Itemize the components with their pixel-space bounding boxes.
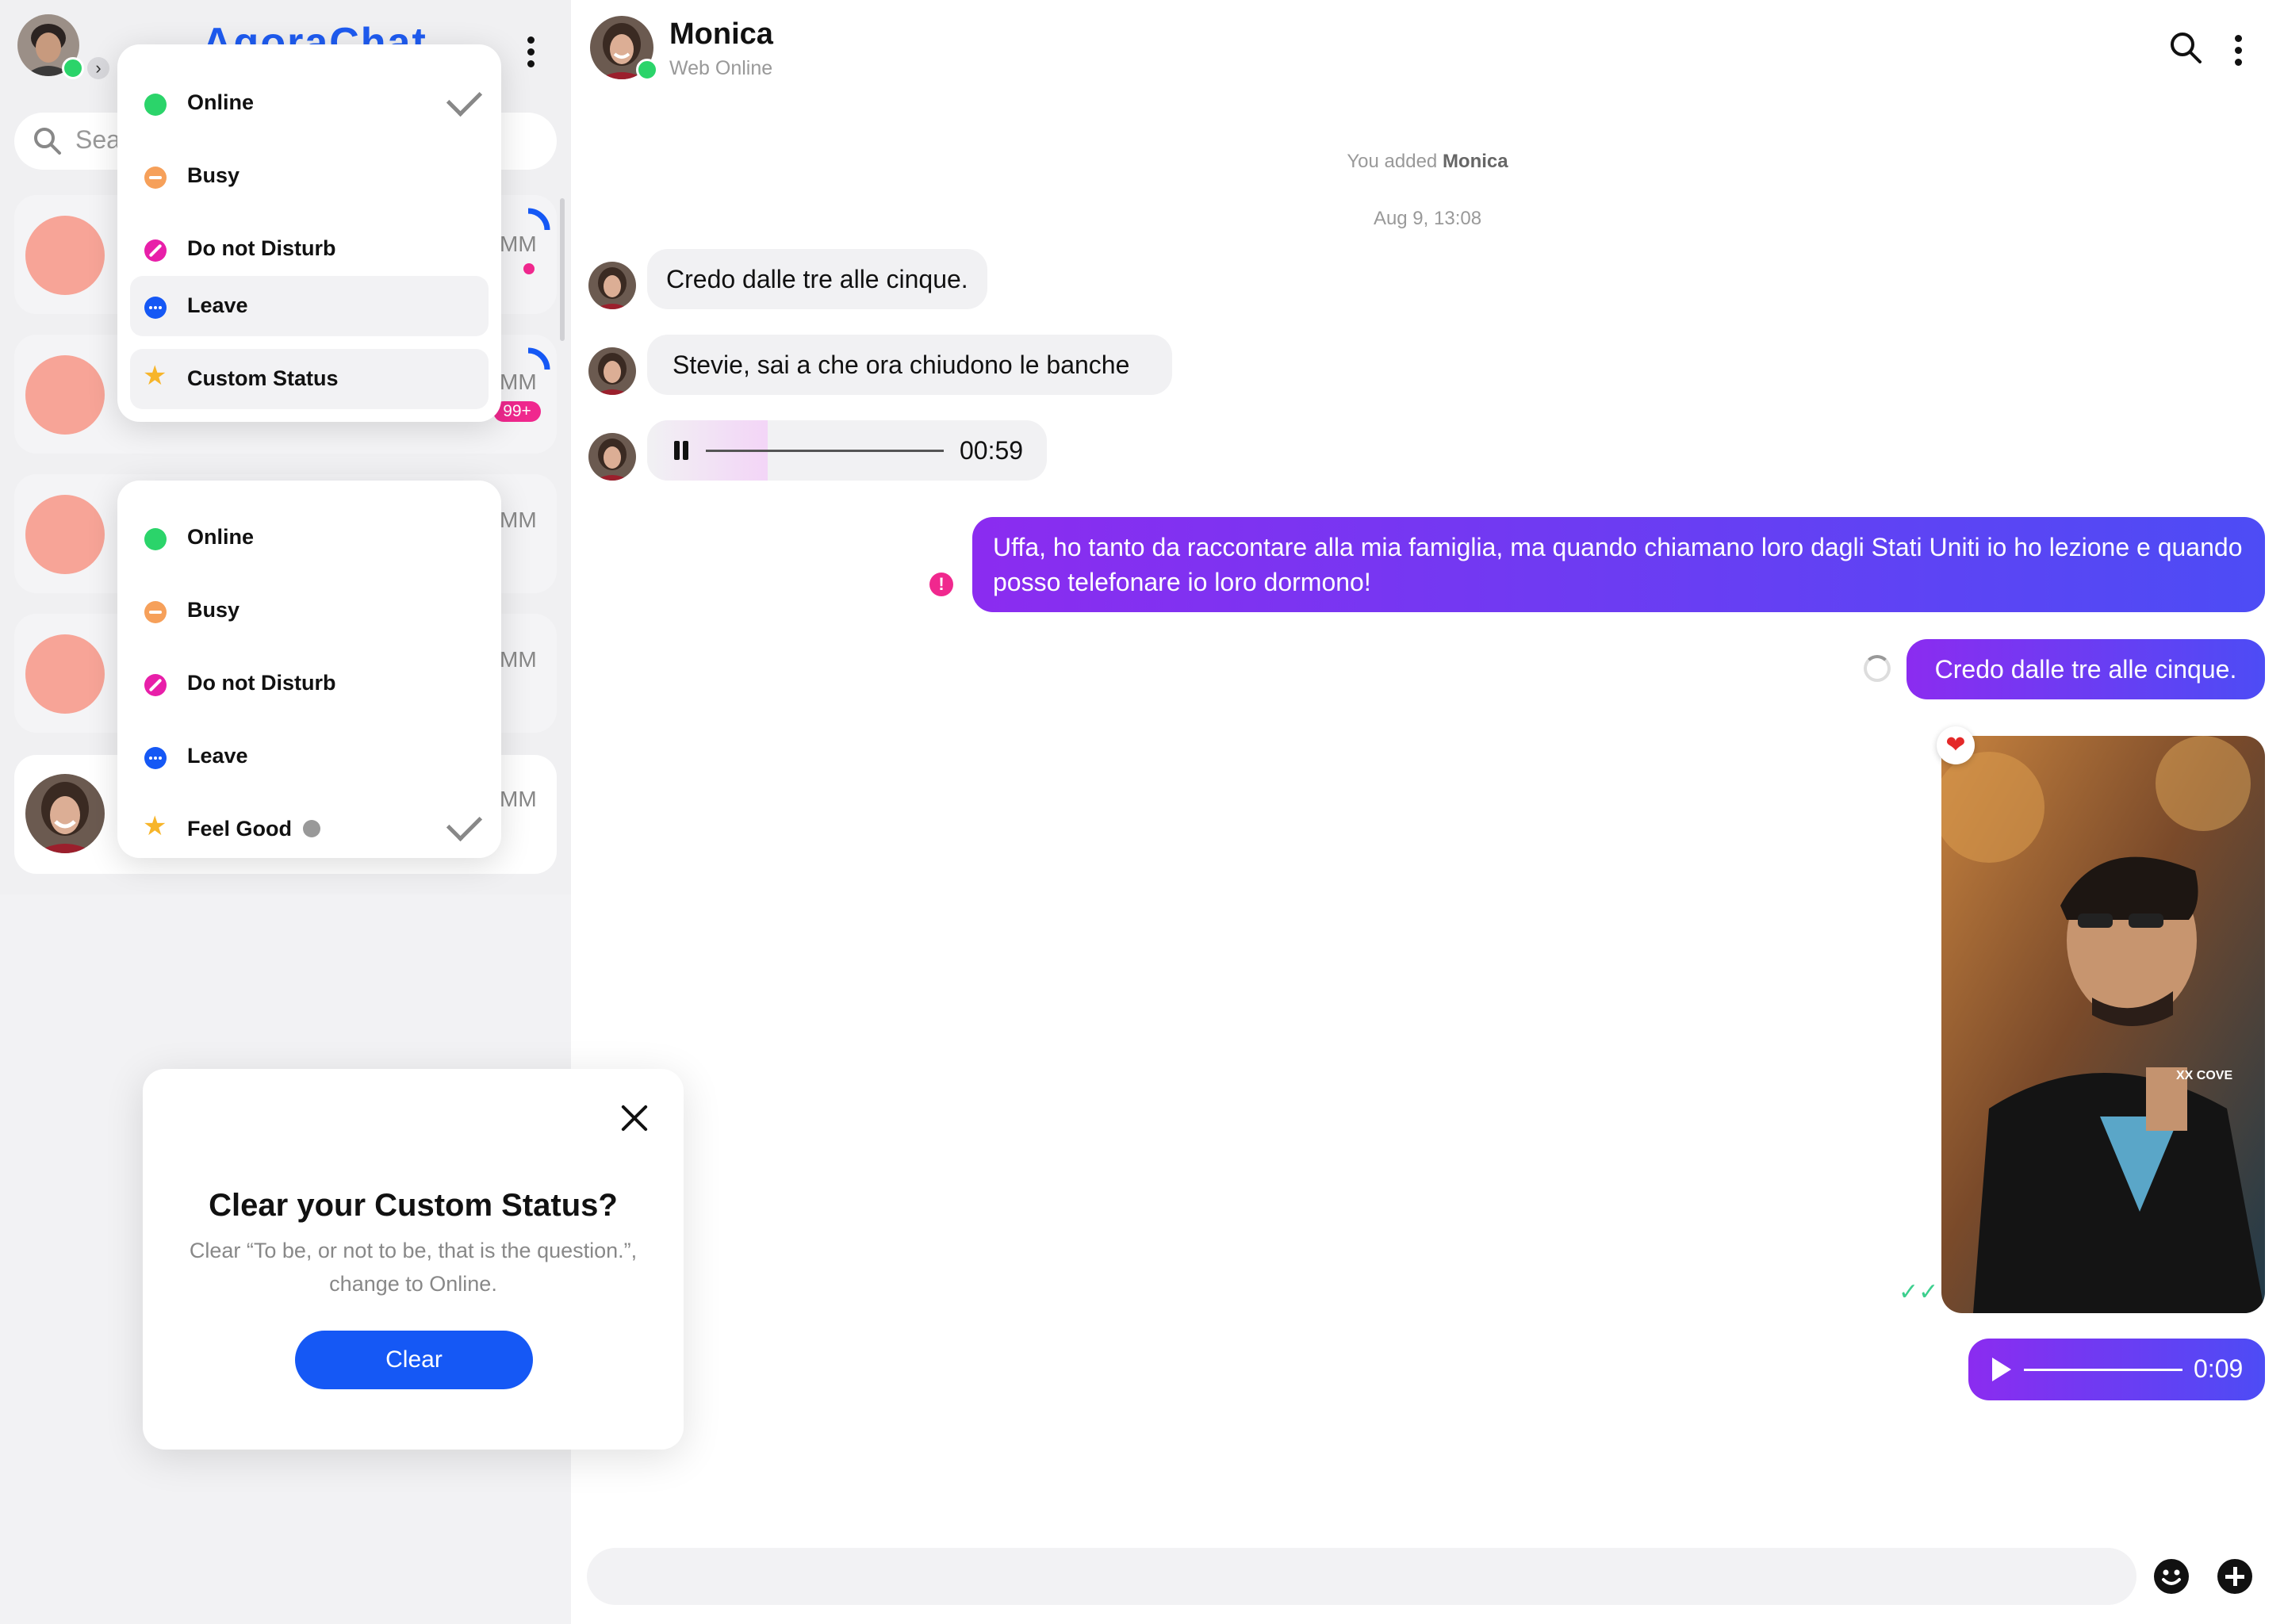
app-title: AgoraChat (202, 20, 427, 48)
sidebar-more-icon[interactable] (527, 36, 535, 72)
avatar (25, 774, 105, 853)
menu-item-label: Do not Disturb (187, 236, 336, 260)
do-not-disturb-icon (144, 674, 167, 696)
avatar (25, 495, 105, 574)
avatar (588, 433, 636, 481)
message-bubble-outgoing[interactable]: Uffa, ho tanto da raccontare alla mia fa… (972, 517, 2265, 612)
pin-icon (527, 208, 550, 231)
presence-menu-custom: Online Busy Do not Disturb Leave ★ Feel … (117, 481, 501, 858)
pause-icon-bar (683, 441, 688, 460)
system-message-text: You added (1347, 151, 1443, 172)
menu-item-custom-status[interactable]: ★ Custom Status (130, 349, 489, 409)
menu-item-busy[interactable]: Busy (117, 146, 501, 206)
checkmark-icon (446, 805, 483, 842)
conversation-time: MM (500, 232, 537, 256)
avatar (588, 262, 636, 309)
error-icon[interactable]: ! (929, 573, 953, 596)
audio-track[interactable] (2024, 1369, 2182, 1371)
system-message: You added Monica (1110, 151, 1745, 173)
sending-spinner-icon (1864, 655, 1891, 682)
clock-icon (303, 820, 320, 837)
message-bubble-outgoing[interactable]: Credo dalle tre alle cinque. (1907, 639, 2265, 699)
pause-icon[interactable] (674, 441, 680, 460)
message-input[interactable] (587, 1548, 2136, 1605)
menu-item-leave[interactable]: Leave (130, 276, 489, 336)
menu-item-label: Do not Disturb (187, 671, 336, 695)
menu-item-label: Custom Status (187, 366, 339, 390)
conversation-time: MM (500, 787, 537, 811)
system-message-name: Monica (1442, 151, 1508, 172)
contact-online-icon (636, 59, 658, 81)
green-dot-icon (144, 528, 167, 550)
do-not-disturb-icon (144, 239, 167, 262)
audio-track[interactable] (706, 450, 944, 452)
busy-icon (144, 601, 167, 623)
read-receipt-icon: ✓✓ (1899, 1279, 1939, 1305)
heart-reaction-icon[interactable]: ❤ (1937, 726, 1975, 764)
pin-icon (527, 347, 550, 370)
avatar (25, 355, 105, 435)
menu-item-do-not-disturb[interactable]: Do not Disturb (117, 653, 501, 714)
search-icon[interactable] (2168, 30, 2203, 65)
clear-button[interactable]: Clear (295, 1331, 533, 1389)
close-icon[interactable] (619, 1102, 650, 1134)
menu-item-label: Online (187, 90, 255, 114)
emoji-icon[interactable] (2154, 1559, 2189, 1594)
audio-message-incoming[interactable]: 00:59 (647, 420, 1047, 481)
busy-icon (144, 167, 167, 189)
menu-item-label: Feel Good (187, 817, 293, 841)
menu-item-label: Busy (187, 163, 240, 187)
chevron-right-icon[interactable]: › (87, 57, 109, 79)
menu-item-label: Leave (187, 744, 248, 768)
conversation-time: MM (500, 508, 537, 532)
audio-duration: 00:59 (960, 436, 1024, 465)
green-dot-icon (144, 94, 167, 116)
menu-item-label: Busy (187, 598, 240, 622)
avatar (25, 634, 105, 714)
avatar (588, 347, 636, 395)
clear-status-dialog: Clear your Custom Status? Clear “To be, … (143, 1069, 684, 1450)
play-icon[interactable] (1992, 1358, 2011, 1381)
shirt-text: XX COVE (2176, 1069, 2233, 1082)
message-text: Uffa, ho tanto da raccontare alla mia fa… (993, 533, 2243, 596)
message-bubble-incoming[interactable]: Stevie, sai a che ora chiudono le banche (647, 335, 1173, 395)
audio-duration: 0:09 (2194, 1354, 2244, 1383)
search-icon (34, 128, 61, 155)
checkmark-icon (446, 80, 483, 117)
avatar (25, 216, 105, 295)
menu-item-online[interactable]: Online (117, 508, 501, 568)
my-online-status-icon (62, 57, 84, 79)
dialog-title: Clear your Custom Status? (209, 1188, 618, 1223)
menu-item-do-not-disturb[interactable]: Do not Disturb (117, 219, 501, 279)
menu-item-busy[interactable]: Busy (117, 580, 501, 641)
add-attachment-icon[interactable] (2217, 1559, 2252, 1594)
contact-name: Monica (669, 17, 773, 51)
presence-menu: Online Busy Do not Disturb Leave ★ Custo… (117, 44, 501, 422)
menu-item-online[interactable]: Online (117, 73, 501, 133)
dialog-body: Clear “To be, or not to be, that is the … (189, 1239, 638, 1296)
star-icon: ★ (143, 811, 167, 841)
star-icon: ★ (143, 361, 167, 391)
menu-item-label: Leave (187, 293, 248, 317)
conversation-time: MM (500, 370, 537, 394)
audio-message-outgoing[interactable]: 0:09 (1968, 1339, 2265, 1400)
conversation-time: MM (500, 647, 537, 672)
leave-icon (144, 297, 167, 319)
sidebar-scrollbar[interactable] (560, 198, 565, 341)
leave-icon (144, 747, 167, 769)
message-bubble-incoming[interactable]: Credo dalle tre alle cinque. (647, 249, 987, 309)
menu-item-feel-good[interactable]: ★ Feel Good (117, 799, 501, 860)
menu-item-leave[interactable]: Leave (117, 726, 501, 787)
contact-status: Web Online (669, 57, 773, 79)
message-timestamp: Aug 9, 13:08 (1373, 208, 1482, 229)
image-message[interactable]: XX COVE (1941, 736, 2265, 1313)
unread-dot (523, 263, 535, 274)
chat-more-icon[interactable] (2235, 35, 2243, 71)
menu-item-label: Online (187, 525, 255, 549)
